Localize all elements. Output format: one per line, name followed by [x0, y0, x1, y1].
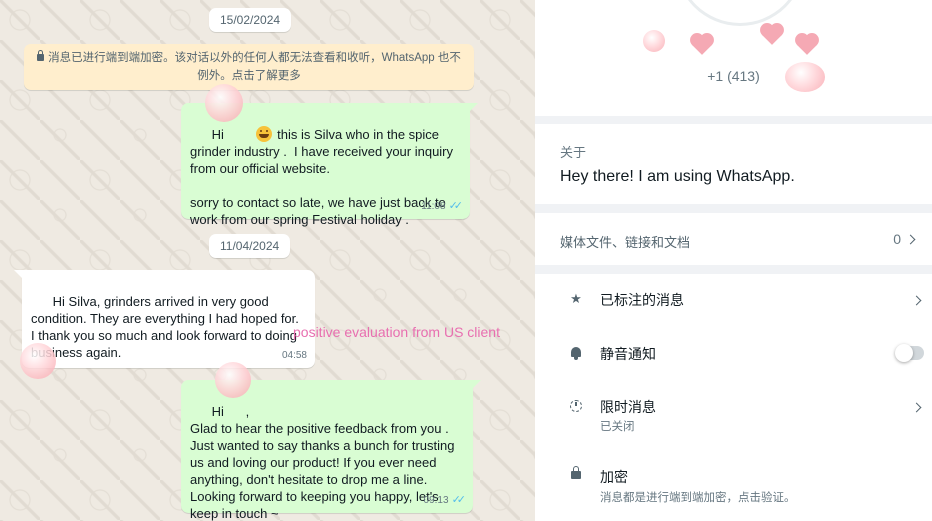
disappearing-label: 限时消息	[600, 399, 656, 415]
bubble-sticker-icon	[215, 362, 251, 398]
chat-pane: 15/02/2024 消息已进行端到端加密。该对话以外的任何人都无法查看和收听，…	[0, 0, 535, 521]
chevron-right-icon	[905, 234, 916, 245]
heart-icon	[797, 35, 817, 55]
bell-icon	[569, 346, 583, 360]
contact-phone: +1 (413)	[707, 68, 760, 84]
about-title: 关于	[560, 145, 587, 160]
message-time: 04:58	[281, 350, 307, 361]
contact-header: +1 (413)	[535, 0, 932, 116]
heart-icon	[762, 25, 782, 45]
message-meta: 11:08 ✓✓	[421, 198, 464, 215]
read-receipt-icon: ✓✓	[448, 200, 464, 212]
message-text: Hi , Glad to hear the positive feedback …	[190, 404, 455, 521]
message-time: 09:13	[423, 495, 449, 506]
media-label: 媒体文件、链接和文档	[560, 235, 691, 250]
lock-icon	[569, 466, 583, 480]
media-count: 0	[893, 231, 916, 247]
message-meta: 04:58	[282, 347, 307, 364]
media-count-value: 0	[893, 231, 901, 247]
date-divider: 15/02/2024	[209, 8, 292, 32]
starred-label: 已标注的消息	[600, 292, 684, 308]
chevron-right-icon	[907, 399, 922, 417]
message-time: 11:08	[421, 201, 446, 212]
bubble-sticker-icon	[205, 84, 243, 122]
chevron-right-icon	[907, 292, 922, 310]
heart-icon	[692, 35, 712, 55]
encryption-label: 加密	[600, 469, 628, 485]
bubble-sticker-icon	[20, 343, 56, 379]
avatar[interactable]	[675, 0, 805, 26]
lock-icon	[37, 50, 45, 61]
star-icon: ★	[570, 291, 582, 306]
mute-toggle[interactable]	[895, 344, 924, 362]
mute-label: 静音通知	[600, 346, 656, 362]
message-text: this is Silva who in the spice grinder i…	[190, 127, 454, 227]
date-divider: 11/04/2024	[209, 234, 291, 258]
grinning-emoji-icon	[255, 126, 272, 142]
about-section: 关于 Hey there! I am using WhatsApp.	[535, 124, 932, 204]
encryption-sub: 消息都是进行端到端加密，点击验证。	[600, 492, 796, 504]
about-text: Hey there! I am using WhatsApp.	[560, 168, 795, 185]
contact-info-pane: +1 (413) 关于 Hey there! I am using WhatsA…	[535, 0, 932, 521]
starred-messages-row[interactable]: ★ 已标注的消息	[535, 274, 932, 324]
outgoing-message[interactable]: Hi , Glad to hear the positive feedback …	[181, 380, 481, 521]
message-meta: 09:13 ✓✓	[423, 492, 467, 509]
mute-notifications-row[interactable]: 静音通知	[535, 326, 932, 376]
message-text: Hi Silva, grinders arrived in very good …	[31, 294, 303, 360]
message-text: Hi	[211, 127, 228, 142]
incoming-message[interactable]: Hi Silva, grinders arrived in very good …	[14, 270, 315, 368]
annotation-label: positive evaluation from US client	[293, 324, 500, 340]
encryption-notice[interactable]: 消息已进行端到端加密。该对话以外的任何人都无法查看和收听，WhatsApp 也不…	[24, 44, 474, 90]
encryption-row[interactable]: 加密 消息都是进行端到端加密，点击验证。	[535, 452, 932, 512]
timer-icon	[569, 400, 583, 414]
read-receipt-icon: ✓✓	[451, 494, 467, 506]
bubble-sticker-icon	[643, 30, 665, 52]
media-links-docs-row[interactable]: 媒体文件、链接和文档 0	[535, 213, 932, 265]
settings-section: ★ 已标注的消息 静音通知 限时消息 已关闭 加密 消息都是进行端到端加密，点击…	[535, 274, 932, 521]
disappearing-status: 已关闭	[600, 421, 635, 433]
encryption-notice-text: 消息已进行端到端加密。该对话以外的任何人都无法查看和收听，WhatsApp 也不…	[48, 52, 461, 82]
disappearing-messages-row[interactable]: 限时消息 已关闭	[535, 380, 932, 440]
